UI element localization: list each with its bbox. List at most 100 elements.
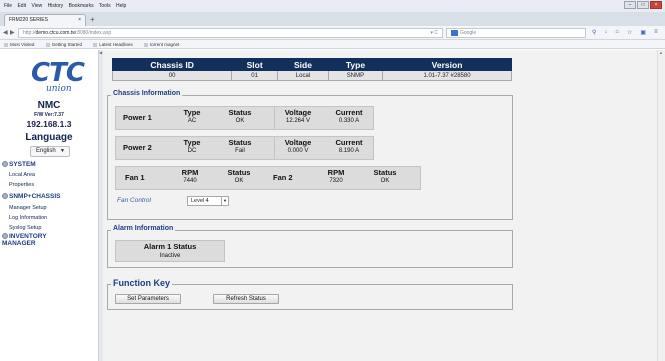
cell-type: SNMP [327,70,384,81]
power-1-current-header: Current [335,108,363,117]
alarm-1-status-header: Alarm 1 Status [143,242,197,251]
url-prefix: http:// [23,30,36,36]
power-2-voltage-header: Voltage [284,138,312,147]
power-2-voltage-value: 0.000 V [287,148,309,154]
bookmark-item[interactable]: Getting Started [45,42,87,47]
url-host: demo.ctcu.com.tw [35,30,76,36]
bookmark-label: Most Visited [10,42,35,47]
bookmark-label: torrent magnet [150,42,180,47]
menu-view[interactable]: View [31,3,42,9]
header-version: Version [382,58,512,71]
refresh-status-button[interactable]: Refresh Status [213,294,279,304]
fan-1-label: Fan 1 [125,173,145,182]
new-tab-button[interactable]: + [90,14,95,25]
language-label: Language [25,132,73,143]
nav-section-snmp-chassis[interactable]: SNMP+CHASSIS [2,193,60,200]
table-row: 00 01 Local SNMP 1.01-7.37 #28580 [111,70,512,81]
power-2-type-value: DC [187,148,197,154]
fan-1-status-value: OK [234,178,244,184]
back-icon[interactable]: ◀ [3,29,8,36]
cell-chassis-id: 00 [111,70,233,81]
menu-bookmarks[interactable]: Bookmarks [69,3,94,9]
web-page: CTC union NMC F/W Ver:7.37 192.168.1.3 L… [0,50,665,361]
chevron-down-icon: ▼ [60,148,65,154]
nav-section-title: INVENTORY [9,233,47,240]
nav-item-properties[interactable]: Properties [9,182,34,188]
power-2-label: Power 2 [123,143,152,152]
nav-section-system[interactable]: SYSTEM [2,161,36,168]
bullet-icon [2,233,8,239]
nav-item-log-information[interactable]: Log Information [9,215,47,221]
set-parameters-button[interactable]: Set Parameters [115,294,181,304]
scroll-up-icon[interactable]: ▲ [659,50,663,55]
nav-item-manager-setup[interactable]: Manager Setup [9,205,47,211]
collapse-arrow-icon[interactable]: ◀ [99,50,102,55]
cell-version: 1.01-7.37 #28580 [382,70,512,81]
clipboard-icon[interactable]: ▣ [640,29,646,36]
home-icon[interactable]: ⌂ [615,29,619,36]
browser-tab[interactable]: FRM220 SERIES × [4,14,86,26]
bullet-icon [2,193,8,199]
product-name: NMC [37,100,61,111]
minimize-icon[interactable]: – [624,1,636,9]
toolbar-icons: ⚲ ↓ ⌂ ☆ ▣ ≡ [592,29,658,36]
fan-2-label: Fan 2 [273,173,293,182]
fan-control-select[interactable]: Level 4 ▼ [187,196,229,206]
star-icon[interactable]: ☆ [627,29,632,36]
menu-tools[interactable]: Tools [99,3,111,9]
navigation-bar: ◀ ▶ http://demo.ctcu.com.tw:8080/index.a… [0,26,665,40]
fan-1-status-header: Status [227,168,251,177]
fan-control-value: Level 4 [191,198,209,204]
lock-icon[interactable]: ⚲ [592,29,596,36]
menu-history[interactable]: History [48,3,64,9]
fan-1-rpm-value: 7440 [183,178,197,184]
maximize-icon[interactable]: □ [637,1,649,9]
window-controls: – □ × [624,1,662,9]
power-1-voltage-value: 12.264 V [285,118,311,124]
bookmark-item[interactable]: Latest Headlines [93,42,138,47]
power-2-status-value: Fail [235,148,245,154]
close-window-icon[interactable]: × [650,1,662,9]
url-bar[interactable]: http://demo.ctcu.com.tw:8080/index.asp ▾… [18,28,443,38]
power-2-current-header: Current [335,138,363,147]
language-select[interactable]: English ▼ [30,146,70,157]
vertical-scrollbar[interactable]: ▲ [657,50,665,361]
power-1-status-header: Status [228,108,252,117]
menu-edit[interactable]: Edit [17,3,26,9]
tab-strip: FRM220 SERIES × + [0,12,665,26]
nav-section-inventory-manager[interactable]: INVENTORY MANAGER [2,233,47,247]
nav-section-title: SYSTEM [9,161,36,168]
google-icon [451,29,458,36]
menu-help[interactable]: Help [116,3,126,9]
header-chassis-id: Chassis ID [111,58,233,71]
search-bar[interactable]: Google [446,28,586,38]
menu-file[interactable]: File [4,3,12,9]
forward-icon[interactable]: ▶ [10,29,15,36]
power-1-label: Power 1 [123,113,152,122]
nav-section-title: SNMP+CHASSIS [9,193,61,200]
browser-menubar: File Edit View History Bookmarks Tools H… [0,0,665,12]
power-1-type-value: AC [187,118,197,124]
download-icon[interactable]: ↓ [604,29,607,36]
bookmark-item[interactable]: Most Visited [4,42,39,47]
ctc-union-logo: CTC union [31,58,85,98]
header-slot: Slot [231,58,279,71]
function-key-legend: Function Key [111,278,173,288]
bookmark-icon [45,42,50,47]
fan-2-rpm-value: 7320 [329,178,343,184]
nav-item-local-area[interactable]: Local Area [9,172,35,178]
bookmark-item[interactable]: torrent magnet [144,42,184,47]
fan-control-label: Fan Control [117,197,151,204]
fan-1-rpm-header: RPM [181,168,199,177]
bookmark-icon [144,42,149,47]
rss-icon [93,42,98,47]
nav-item-syslog-setup[interactable]: Syslog Setup [9,225,41,231]
hamburger-menu-icon[interactable]: ≡ [654,29,658,36]
bullet-icon [2,161,8,167]
reload-icon[interactable]: ▾ C [430,29,438,37]
alarm-1-status-value: Inactive [159,253,181,259]
tab-close-icon[interactable]: × [78,15,81,26]
nav-section-title-line2: MANAGER [2,240,36,247]
main-content: Chassis ID Slot Side Type Version 00 01 … [103,50,657,361]
power-1-status-value: OK [235,118,245,124]
